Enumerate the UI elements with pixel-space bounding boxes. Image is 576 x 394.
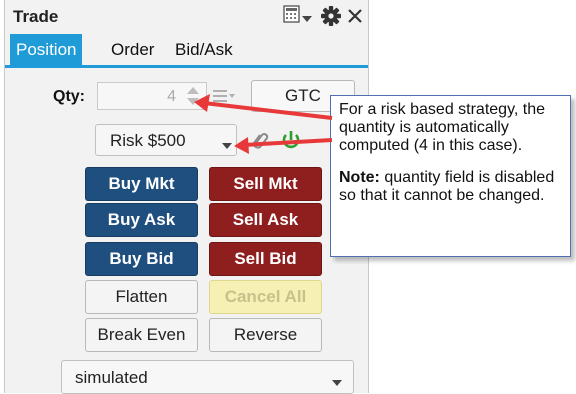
callout-box: For a risk based strategy, the quantity … — [330, 95, 571, 257]
break-even-button[interactable]: Break Even — [85, 318, 198, 352]
spinner-arrows-icon[interactable] — [186, 85, 200, 112]
buy-ask-button[interactable]: Buy Ask — [85, 203, 198, 237]
sell-mkt-button[interactable]: Sell Mkt — [209, 167, 322, 201]
dropdown-caret-icon[interactable] — [302, 10, 312, 28]
strategy-value: Risk $500 — [110, 131, 186, 150]
buy-mkt-button[interactable]: Buy Mkt — [85, 167, 198, 201]
link-icon[interactable] — [250, 129, 270, 156]
sell-bid-button[interactable]: Sell Bid — [209, 242, 322, 276]
window-title: Trade — [13, 7, 59, 26]
account-select[interactable]: simulated — [61, 360, 354, 394]
menu-lines-icon[interactable] — [213, 88, 235, 109]
title-bar: Trade — [5, 0, 368, 34]
reverse-button[interactable]: Reverse — [209, 318, 322, 352]
account-chevron-down-icon — [332, 374, 342, 392]
tab-order[interactable]: Order — [111, 34, 154, 65]
chevron-down-icon — [222, 137, 232, 155]
trade-panel: Trade Position Order Bid/Ask Qty: 4 GTC … — [4, 0, 369, 394]
qty-value: 4 — [167, 88, 176, 105]
qty-label: Qty: — [53, 88, 85, 105]
power-icon[interactable] — [280, 129, 302, 156]
callout-text: For a risk based strategy, the quantity … — [339, 101, 546, 154]
callout-note: Note: quantity field is disabled so that… — [339, 169, 562, 205]
strategy-select[interactable]: Risk $500 — [95, 124, 237, 156]
flatten-button[interactable]: Flatten — [85, 280, 198, 314]
tab-bar: Position Order Bid/Ask — [5, 34, 368, 68]
cancel-all-button: Cancel All — [209, 280, 322, 314]
tab-position[interactable]: Position — [10, 34, 83, 65]
buy-bid-button[interactable]: Buy Bid — [85, 242, 198, 276]
tab-bid-ask[interactable]: Bid/Ask — [175, 34, 233, 65]
callout-note-label: Note: — [339, 169, 380, 186]
gear-icon[interactable] — [321, 6, 341, 31]
qty-input[interactable]: 4 — [97, 82, 207, 110]
close-icon[interactable] — [347, 8, 363, 29]
grid-icon[interactable] — [283, 5, 301, 30]
sell-ask-button[interactable]: Sell Ask — [209, 203, 322, 237]
account-value: simulated — [75, 368, 148, 387]
